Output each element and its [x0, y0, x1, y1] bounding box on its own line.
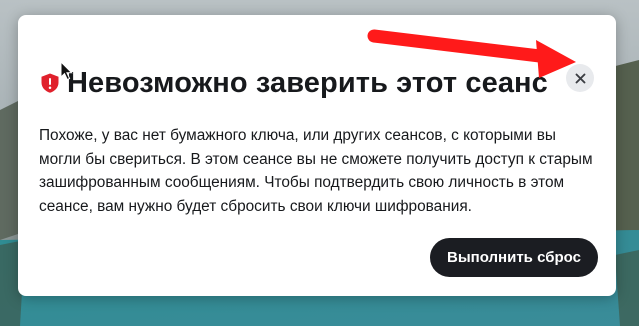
close-icon — [575, 73, 585, 83]
dialog-header: Невозможно заверить этот сеанс — [39, 63, 559, 103]
dialog-title: Невозможно заверить этот сеанс — [67, 66, 548, 99]
dialog-description: Похоже, у вас нет бумажного ключа, или д… — [39, 127, 593, 215]
close-button[interactable] — [566, 64, 594, 92]
verification-dialog: Невозможно заверить этот сеанс Похоже, у… — [18, 15, 616, 296]
shield-alert-icon — [41, 73, 59, 93]
reset-button[interactable]: Выполнить сброс — [430, 238, 598, 277]
